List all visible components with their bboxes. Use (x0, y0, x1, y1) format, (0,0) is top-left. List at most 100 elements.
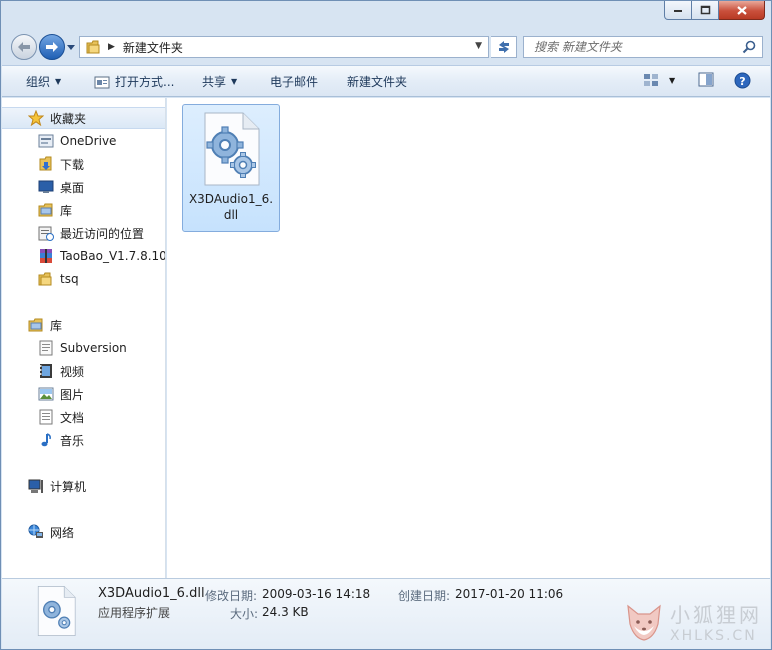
dll-file-icon (204, 112, 260, 186)
watermark-en: XHLKS.CN (670, 628, 757, 644)
recent-pages-dropdown-icon[interactable] (67, 42, 75, 52)
details-size-value: 24.3 KB (262, 605, 309, 619)
help-icon: ? (734, 72, 751, 89)
nav-item-label: 库 (60, 203, 73, 218)
nav-libraries[interactable]: 库 (2, 314, 165, 336)
onedrive-icon (38, 133, 54, 149)
nav-tsq[interactable]: tsq (2, 268, 165, 290)
file-name: X3DAudio1_6.dll (188, 192, 274, 222)
window-controls (664, 1, 765, 20)
nav-music[interactable]: 音乐 (2, 429, 165, 451)
nav-item-label: 音乐 (60, 433, 85, 448)
nav-item-label: 最近访问的位置 (60, 226, 145, 241)
nav-item-label: TaoBao_V1.7.8.10_ (60, 249, 166, 263)
nav-recent-places[interactable]: 最近访问的位置 (2, 222, 165, 244)
refresh-icon (498, 41, 509, 53)
nav-onedrive[interactable]: OneDrive (2, 130, 165, 152)
view-options-caret-icon[interactable]: ▼ (669, 76, 675, 85)
recent-places-icon (38, 225, 54, 241)
address-dropdown-icon[interactable]: ▼ (475, 41, 482, 51)
arrow-left-icon (18, 42, 30, 52)
nav-downloads[interactable]: 下载 (2, 153, 165, 175)
details-created-label: 创建日期: (398, 589, 451, 603)
file-list-view[interactable]: X3DAudio1_6.dll (167, 98, 770, 578)
forward-button[interactable] (39, 34, 65, 60)
new-folder-button[interactable]: 新建文件夹 (347, 73, 407, 90)
command-bar: 组织 ▼ 打开方式... 共享 ▼ 电子邮件 新建文件夹 ▼ ? (2, 65, 770, 97)
details-created-value: 2017-01-20 11:06 (455, 587, 564, 601)
organize-menu[interactable]: 组织 ▼ (26, 73, 61, 90)
organize-label: 组织 (26, 75, 51, 89)
navigation-pane: 收藏夹 OneDrive 下载 桌面 库 最近访问的位置 TaoBao_V1.7… (2, 98, 166, 578)
email-button[interactable]: 电子邮件 (270, 73, 318, 90)
nav-library[interactable]: 库 (2, 199, 165, 221)
folder-icon (86, 40, 100, 54)
minimize-button[interactable] (664, 1, 692, 20)
watermark: 小狐狸网 XHLKS.CN (624, 599, 762, 644)
fox-logo-icon (627, 604, 661, 641)
nav-pictures[interactable]: 图片 (2, 383, 165, 405)
arrow-right-icon (46, 42, 58, 52)
network-icon (28, 524, 44, 540)
address-bar[interactable]: ▶ 新建文件夹 ▼ (79, 36, 489, 58)
documents-icon (38, 409, 54, 425)
details-file-type: 应用程序扩展 (98, 606, 171, 620)
nav-favorites[interactable]: 收藏夹 (2, 107, 165, 129)
folder-icon (38, 271, 54, 287)
nav-desktop[interactable]: 桌面 (2, 176, 165, 198)
nav-favorites-label: 收藏夹 (50, 111, 87, 126)
preview-pane-button[interactable] (698, 72, 714, 87)
nav-item-label: Subversion (60, 341, 127, 355)
details-modified-value: 2009-03-16 14:18 (262, 587, 371, 601)
title-bar (1, 1, 771, 27)
nav-network[interactable]: 网络 (2, 521, 165, 543)
view-options-button[interactable]: ▼ (643, 72, 675, 88)
downloads-icon (38, 156, 54, 172)
share-menu[interactable]: 共享 ▼ (202, 73, 237, 90)
details-file-name: X3DAudio1_6.dll (98, 586, 205, 601)
computer-icon (28, 478, 44, 494)
nav-subversion[interactable]: Subversion (2, 337, 165, 359)
open-with-button[interactable]: 打开方式... (94, 73, 174, 90)
pictures-icon (38, 386, 54, 402)
watermark-cn: 小狐狸网 (670, 603, 762, 627)
nav-item-label: 文档 (60, 410, 85, 425)
nav-item-label: tsq (60, 272, 79, 286)
breadcrumb-current[interactable]: 新建文件夹 (123, 39, 183, 56)
details-pane: X3DAudio1_6.dll 应用程序扩展 修改日期: 2009-03-16 … (2, 578, 770, 649)
maximize-button[interactable] (692, 1, 719, 20)
search-icon[interactable] (742, 40, 756, 54)
nav-taobao[interactable]: TaoBao_V1.7.8.10_ (2, 245, 166, 267)
new-folder-label: 新建文件夹 (347, 75, 408, 89)
details-modified-label: 修改日期: (205, 589, 258, 603)
libraries-icon (28, 317, 44, 333)
nav-item-label: 视频 (60, 364, 85, 379)
search-box[interactable] (523, 36, 763, 58)
caret-down-icon: ▼ (55, 77, 62, 86)
share-label: 共享 (202, 75, 227, 89)
file-item-selected[interactable]: X3DAudio1_6.dll (182, 104, 280, 232)
refresh-button[interactable] (491, 36, 517, 58)
nav-computer-label: 计算机 (50, 479, 87, 494)
open-with-icon (94, 76, 110, 88)
preview-pane-icon (698, 72, 714, 87)
nav-videos[interactable]: 视频 (2, 360, 165, 382)
nav-item-label: 桌面 (60, 180, 85, 195)
nav-libraries-label: 库 (50, 318, 63, 333)
close-button[interactable] (719, 1, 765, 20)
star-icon (28, 110, 44, 126)
explorer-window: ▶ 新建文件夹 ▼ 组织 ▼ 打开方式... 共享 ▼ 电子邮件 新建文件夹 (0, 0, 772, 650)
help-button[interactable]: ? (734, 72, 751, 89)
email-label: 电子邮件 (270, 75, 319, 89)
address-row: ▶ 新建文件夹 ▼ (1, 27, 771, 65)
nav-network-label: 网络 (50, 525, 75, 540)
view-options-icon (644, 74, 658, 86)
back-button[interactable] (11, 34, 37, 60)
nav-item-label: 图片 (60, 387, 85, 402)
nav-documents[interactable]: 文档 (2, 406, 165, 428)
breadcrumb-separator[interactable]: ▶ (108, 42, 115, 52)
nav-computer[interactable]: 计算机 (2, 475, 165, 497)
dll-file-thumbnail-icon (37, 586, 76, 636)
search-input[interactable] (532, 38, 742, 56)
nav-item-label: OneDrive (60, 134, 117, 148)
